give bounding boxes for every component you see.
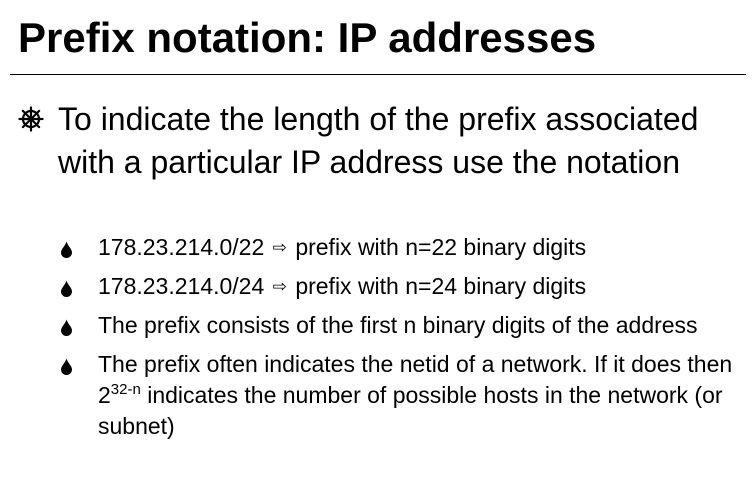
ships-wheel-icon	[18, 106, 44, 132]
prefix-address: 178.23.214.0/24	[98, 273, 265, 299]
drop-bullet-icon	[61, 319, 72, 336]
main-bullet-text: To indicate the length of the prefix ass…	[58, 101, 699, 180]
exponent: 32-n	[110, 381, 141, 398]
title-divider	[10, 74, 746, 75]
sub-bullet-text: The prefix often indicates the netid of …	[98, 349, 740, 442]
drop-bullet-icon	[61, 241, 72, 258]
sub-bullet-list: 178.23.214.0/22 ⇨ prefix with n=22 binar…	[60, 232, 740, 450]
right-arrow-icon: ⇨	[272, 277, 287, 296]
drop-bullet-icon	[61, 358, 72, 375]
prefix-description: prefix with n=22 binary digits	[295, 234, 587, 260]
right-arrow-icon: ⇨	[272, 238, 287, 257]
sub-bullet-item: 178.23.214.0/22 ⇨ prefix with n=22 binar…	[60, 232, 740, 263]
prefix-description: prefix with n=24 binary digits	[295, 273, 587, 299]
sub-bullet-item: The prefix consists of the first n binar…	[60, 310, 740, 341]
sub-bullet-text: 178.23.214.0/22 ⇨ prefix with n=22 binar…	[98, 232, 740, 263]
prefix-address: 178.23.214.0/22	[98, 234, 265, 260]
slide-title: Prefix notation: IP addresses	[18, 14, 597, 61]
drop-bullet-icon	[61, 280, 72, 297]
sub-bullet-text: 178.23.214.0/24 ⇨ prefix with n=24 binar…	[98, 271, 740, 302]
sub-bullet-text: The prefix consists of the first n binar…	[98, 312, 698, 338]
sub-bullet-item: 178.23.214.0/24 ⇨ prefix with n=24 binar…	[60, 271, 740, 302]
text-after-exponent: indicates the number of possible hosts i…	[98, 382, 723, 439]
sub-bullet-item: The prefix often indicates the netid of …	[60, 349, 740, 442]
